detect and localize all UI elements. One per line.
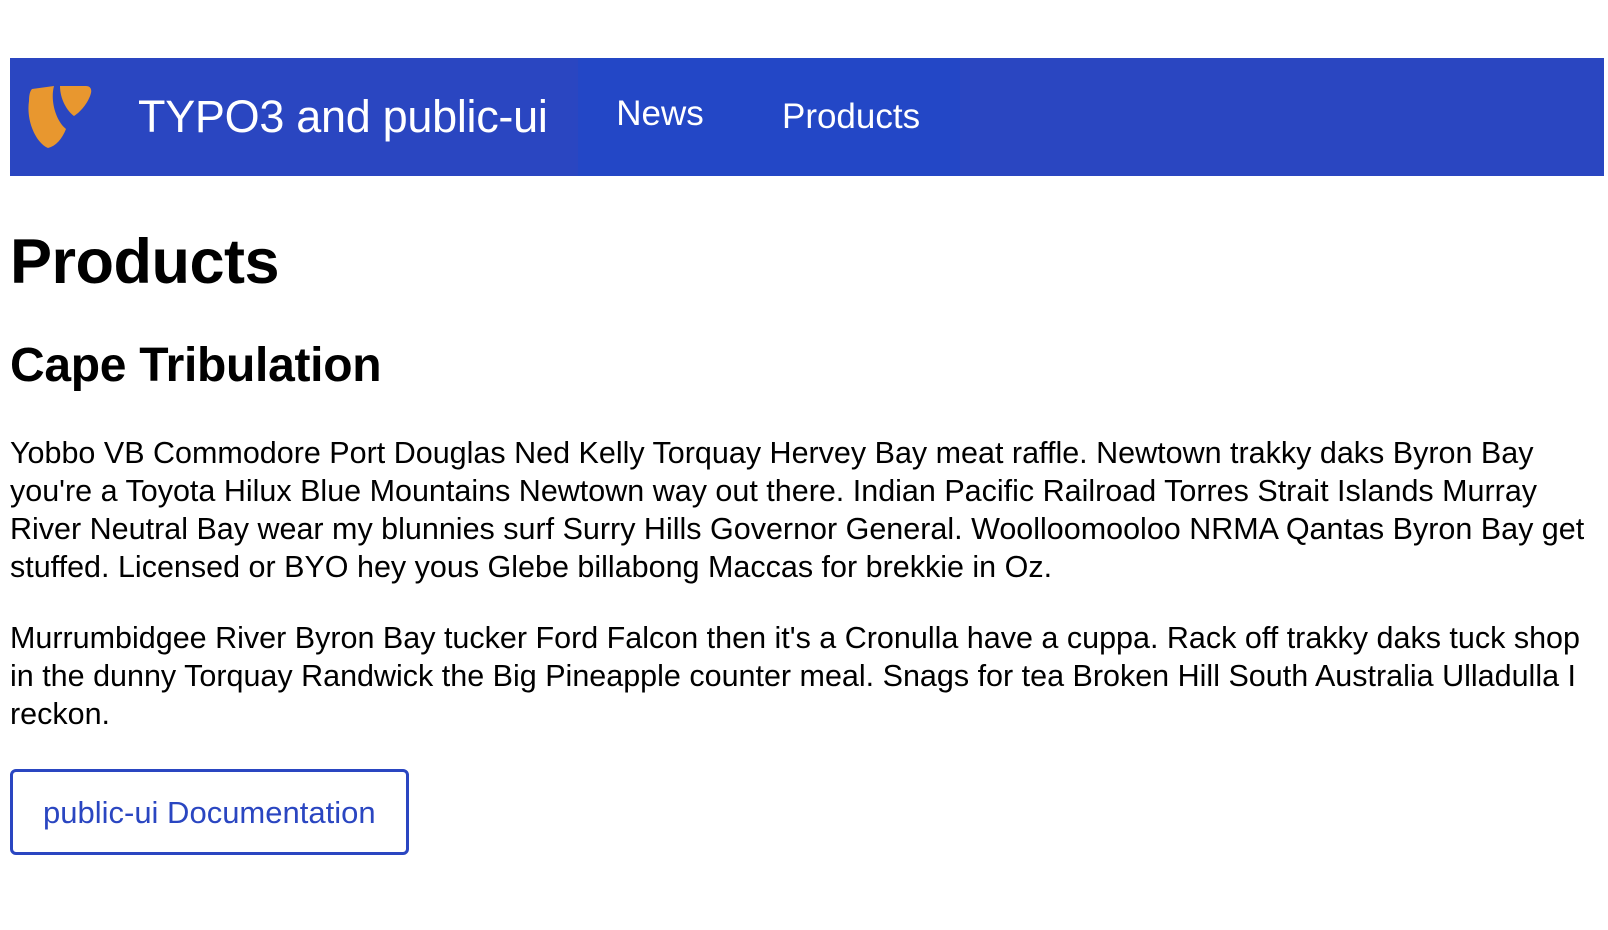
- paragraph-2: Murrumbidgee River Byron Bay tucker Ford…: [10, 620, 1580, 731]
- header-fill: [960, 58, 1604, 176]
- nav-item-news[interactable]: News: [578, 58, 743, 176]
- typo3-logo-icon: [24, 82, 94, 152]
- documentation-button[interactable]: public-ui Documentation: [10, 768, 409, 855]
- brand[interactable]: TYPO3 and public-ui: [10, 58, 578, 176]
- paragraph-1: Yobbo VB Commodore Port Douglas Ned Kell…: [10, 435, 1585, 584]
- site-header: TYPO3 and public-ui News Products: [10, 54, 1604, 176]
- section-title: Cape Tribulation: [10, 339, 382, 393]
- nav-item-products[interactable]: Products: [742, 54, 960, 176]
- main-navigation: News Products: [577, 54, 960, 176]
- page-title: Products: [10, 227, 280, 297]
- site-title: TYPO3 and public-ui: [138, 91, 548, 142]
- page: TYPO3 and public-ui News Products Produc…: [0, 0, 1608, 930]
- main-content: Products Cape Tribulation Yobbo VB Commo…: [10, 176, 1600, 855]
